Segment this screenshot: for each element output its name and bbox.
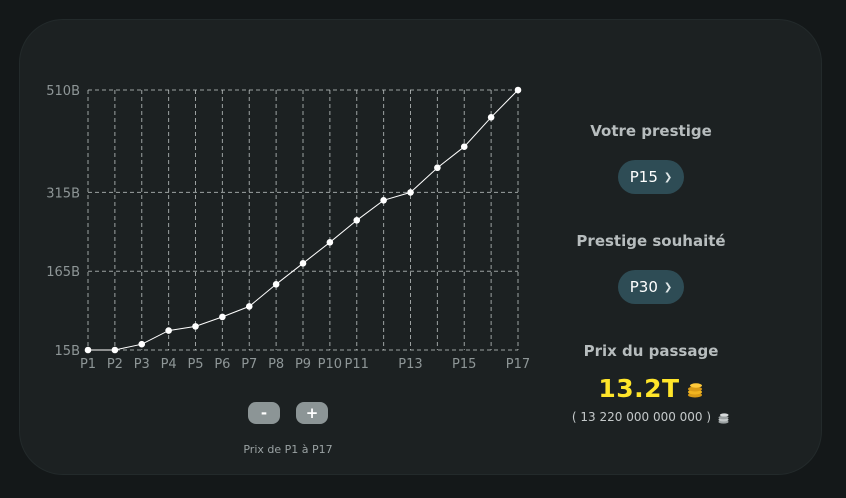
data-point [272, 281, 280, 288]
x-tick-label: P6 [214, 357, 230, 372]
price-display: 13.2T [551, 374, 751, 403]
chevron-down-icon: ❯ [663, 281, 673, 293]
data-point [460, 143, 468, 151]
coins-icon [687, 382, 702, 397]
zoom-in-button[interactable]: + [296, 402, 328, 424]
price-label: Prix du passage [583, 342, 719, 360]
data-point [326, 239, 334, 246]
data-point [380, 197, 387, 204]
data-point [165, 327, 172, 334]
chart-grid [87, 89, 519, 351]
x-tick-label: P13 [398, 357, 422, 372]
current-prestige-value: P15 [629, 168, 658, 186]
x-tick-label: P9 [295, 357, 311, 372]
x-tick-label: P2 [107, 357, 123, 372]
data-point [219, 313, 226, 321]
data-point [138, 340, 146, 348]
data-point [487, 114, 495, 121]
data-point [407, 189, 414, 196]
chart-caption: Prix de P1 à P17 [243, 443, 333, 456]
data-point [514, 86, 522, 94]
x-tick-label: P3 [134, 357, 150, 372]
data-point [111, 346, 119, 354]
y-tick-label: 510B [46, 84, 80, 99]
zoom-out-button[interactable]: - [248, 402, 280, 424]
x-tick-label: P17 [506, 357, 530, 372]
x-tick-label: P15 [452, 357, 476, 372]
x-tick-label: P10 [318, 357, 342, 372]
y-tick-label: 315B [46, 186, 80, 201]
chart-ticks: 15B 165B 315B 510B P1 P2 P3 P4 P5 P6 P7 P8 P9 P10 P11 P… [46, 84, 530, 372]
x-tick-label: P7 [241, 357, 257, 372]
data-point [84, 346, 92, 354]
price-short: 13.2T [598, 374, 680, 403]
data-point [353, 216, 361, 224]
x-tick-label: P8 [268, 357, 284, 372]
target-prestige-label: Prestige souhaité [576, 232, 726, 250]
x-tick-label: P11 [345, 357, 369, 372]
data-point [245, 303, 253, 310]
data-point [299, 260, 307, 267]
x-tick-label: P1 [80, 357, 96, 372]
chevron-down-icon: ❯ [663, 171, 673, 183]
x-tick-label: P5 [187, 357, 203, 372]
data-point [192, 323, 199, 330]
y-tick-label: 165B [46, 265, 80, 280]
data-point [434, 164, 441, 172]
current-prestige-label: Votre prestige [590, 122, 712, 140]
current-prestige-select[interactable]: P15 ❯ [618, 160, 684, 194]
y-tick-label: 15B [55, 344, 80, 359]
target-prestige-select[interactable]: P30 ❯ [618, 270, 684, 304]
price-full: ( 13 220 000 000 000 ) [571, 410, 712, 424]
target-prestige-value: P30 [629, 278, 658, 296]
coins-icon [718, 412, 729, 424]
x-tick-label: P4 [161, 357, 177, 372]
price-full-display: ( 13 220 000 000 000 ) [551, 410, 751, 424]
